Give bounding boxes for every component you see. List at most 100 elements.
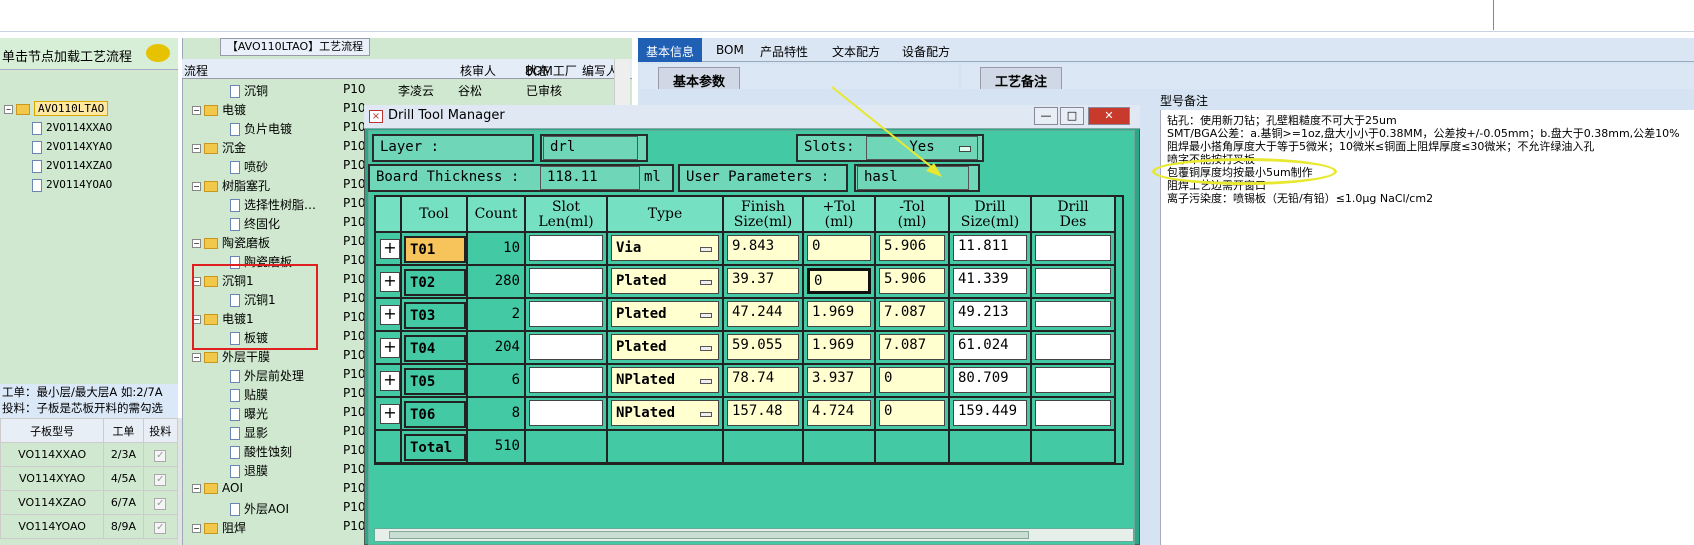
col-header-feed[interactable]: 投料 [142, 418, 179, 443]
tree-child[interactable]: 2VO114YOAO [0, 178, 178, 197]
ntol-input[interactable]: 7.087 [879, 301, 945, 327]
expand-row-icon[interactable]: + [380, 239, 400, 259]
checkbox[interactable]: ✓ [154, 497, 167, 510]
col-reviewer[interactable]: 核审人 [460, 62, 496, 79]
type-select[interactable]: Plated [611, 268, 719, 294]
list-item[interactable]: 贴膜 [230, 386, 268, 405]
dialog-titlebar[interactable]: × Drill Tool Manager — □ ✕ [364, 105, 1140, 129]
tool-button[interactable]: T02 [404, 269, 466, 296]
type-select[interactable]: Via [611, 235, 719, 261]
list-item[interactable]: 酸性蚀刻 [230, 443, 292, 462]
ntol-input[interactable]: 0 [879, 400, 945, 426]
collapse-icon[interactable]: − [192, 484, 201, 493]
list-item[interactable]: 曝光 [230, 405, 268, 424]
ntol-input[interactable]: 0 [879, 367, 945, 393]
col-header-order[interactable]: 工单 [103, 418, 144, 443]
list-item[interactable]: − AOI [192, 481, 243, 500]
type-select[interactable]: NPlated [611, 400, 719, 426]
list-item[interactable]: 沉铜 [230, 82, 268, 101]
table-row[interactable]: VO114XYAO 4/5A ✓ [0, 466, 179, 491]
expand-row-icon[interactable]: + [380, 404, 400, 424]
scroll-thumb[interactable] [389, 531, 1029, 539]
tool-button[interactable]: T06 [404, 401, 466, 428]
drill-input[interactable]: 49.213 [953, 301, 1027, 327]
tab-equipment-recipe[interactable]: 设备配方 [894, 38, 958, 62]
tab-process-notes[interactable]: 工艺备注 [980, 67, 1063, 90]
tab-text-recipe[interactable]: 文本配方 [824, 38, 888, 62]
tab-basic-params[interactable]: 基本参数 [658, 67, 741, 90]
list-item[interactable]: 选择性树脂… [230, 196, 316, 215]
collapse-icon[interactable]: − [192, 106, 201, 115]
collapse-icon[interactable]: − [192, 182, 201, 191]
list-item[interactable]: 退膜 [230, 462, 268, 481]
maximize-button[interactable]: □ [1060, 107, 1084, 125]
collapse-icon[interactable]: − [4, 104, 13, 114]
type-select[interactable]: Plated [611, 334, 719, 360]
list-item[interactable]: − 陶瓷磨板 [192, 234, 270, 253]
tree-child[interactable]: 2VO114XYAO [0, 140, 178, 159]
slot-input[interactable] [529, 400, 603, 426]
type-select[interactable]: NPlated [611, 367, 719, 393]
ntol-input[interactable]: 7.087 [879, 334, 945, 360]
des-input[interactable] [1035, 400, 1111, 426]
col-flow[interactable]: 流程 [184, 62, 208, 79]
col-writer[interactable]: 编写人 [582, 62, 618, 79]
checkbox[interactable]: ✓ [154, 473, 167, 486]
collapse-icon[interactable]: − [192, 144, 201, 153]
ntol-input[interactable]: 5.906 [879, 235, 945, 261]
table-row[interactable]: VO114YOAO 8/9A ✓ [0, 514, 179, 539]
finish-input[interactable]: 59.055 [727, 334, 799, 360]
minimize-button[interactable]: — [1034, 107, 1058, 125]
des-input[interactable] [1035, 334, 1111, 360]
checkbox[interactable]: ✓ [154, 521, 167, 534]
list-item[interactable]: 负片电镀 [230, 120, 292, 139]
table-row[interactable]: VO114XZAO 6/7A ✓ [0, 490, 179, 515]
finish-input[interactable]: 39.37 [727, 268, 799, 294]
list-item[interactable]: − 阻焊 [192, 519, 246, 538]
slot-input[interactable] [529, 367, 603, 393]
des-input[interactable] [1035, 301, 1111, 327]
ptol-input[interactable]: 1.969 [807, 301, 871, 327]
collapse-icon[interactable]: − [192, 524, 201, 533]
ntol-input[interactable]: 5.906 [879, 268, 945, 294]
finish-input[interactable]: 47.244 [727, 301, 799, 327]
expand-row-icon[interactable]: + [380, 272, 400, 292]
list-item[interactable]: 显影 [230, 424, 268, 443]
type-select[interactable]: Plated [611, 301, 719, 327]
drill-input[interactable]: 11.811 [953, 235, 1027, 261]
list-item[interactable]: 外层AOI [230, 500, 289, 519]
ptol-input[interactable]: 0 [807, 268, 871, 294]
collapse-icon[interactable]: − [192, 353, 201, 362]
finish-input[interactable]: 157.48 [727, 400, 799, 426]
drill-input[interactable]: 80.709 [953, 367, 1027, 393]
drill-input[interactable]: 61.024 [953, 334, 1027, 360]
list-item[interactable]: 外层前处理 [230, 367, 304, 386]
list-item[interactable]: − 外层干膜 [192, 348, 270, 367]
tool-button[interactable]: T01 [404, 236, 466, 263]
des-input[interactable] [1035, 268, 1111, 294]
tree-child[interactable]: 2VO114XXAO [0, 121, 178, 140]
tool-button[interactable]: T03 [404, 302, 466, 329]
layer-input[interactable]: drl [543, 136, 638, 160]
list-item[interactable]: 终固化 [230, 215, 280, 234]
tab-basic-info[interactable]: 基本信息 [638, 38, 703, 62]
board-thickness-input[interactable]: 118.11 [540, 166, 640, 190]
tab-bom[interactable]: BOM [708, 38, 752, 62]
close-button[interactable]: ✕ [1088, 107, 1130, 125]
slot-input[interactable] [529, 235, 603, 261]
ptol-input[interactable]: 0 [807, 235, 871, 261]
table-row[interactable]: VO114XXAO 2/3A ✓ [0, 442, 179, 467]
tab-product-features[interactable]: 产品特性 [752, 38, 816, 62]
list-item[interactable]: 喷砂 [230, 158, 268, 177]
layer-field[interactable]: drl [540, 134, 648, 162]
finish-input[interactable]: 9.843 [727, 235, 799, 261]
tree-child[interactable]: 2VO114XZAO [0, 159, 178, 178]
slot-input[interactable] [529, 334, 603, 360]
list-item[interactable]: − 电镀 [192, 101, 246, 120]
slot-input[interactable] [529, 268, 603, 294]
expand-row-icon[interactable]: + [380, 305, 400, 325]
ptol-input[interactable]: 4.724 [807, 400, 871, 426]
grid-horizontal-scrollbar[interactable] [374, 528, 1134, 542]
tool-button[interactable]: T05 [404, 368, 466, 395]
finish-input[interactable]: 78.74 [727, 367, 799, 393]
